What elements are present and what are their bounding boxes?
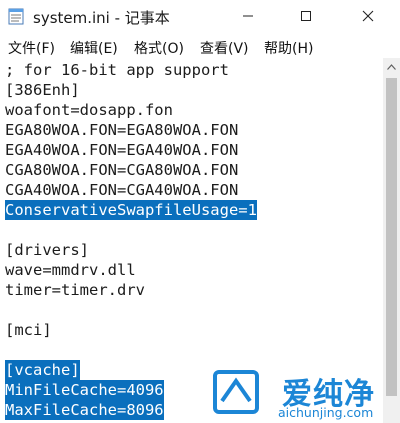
notepad-icon bbox=[8, 7, 24, 25]
close-button[interactable] bbox=[346, 0, 390, 32]
menu-bar: 文件(F) 编辑(E) 格式(O) 查看(V) 帮助(H) bbox=[0, 36, 400, 58]
text-line: woafont=dosapp.fon bbox=[5, 101, 173, 119]
maximize-button[interactable] bbox=[284, 0, 328, 32]
menu-view[interactable]: 查看(V) bbox=[200, 38, 249, 58]
arrow-up-icon bbox=[387, 63, 396, 70]
close-icon bbox=[362, 10, 374, 22]
menu-help[interactable]: 帮助(H) bbox=[264, 38, 313, 58]
menu-file[interactable]: 文件(F) bbox=[8, 38, 55, 58]
notepad-window: system.ini - 记事本 文件(F) 编辑(E) 格式(O) 查看(V)… bbox=[0, 0, 400, 423]
text-line: wave=mmdrv.dll bbox=[5, 261, 136, 279]
window-title: system.ini - 记事本 bbox=[33, 9, 170, 27]
text-line: [386Enh] bbox=[5, 81, 80, 99]
text-line-selected: MinFileCache=4096 bbox=[5, 380, 164, 400]
scroll-thumb[interactable] bbox=[386, 78, 397, 396]
watermark: 爱纯净 aichunjing.com bbox=[212, 367, 400, 423]
text-line-selected: ConservativeSwapfileUsage=1 bbox=[5, 200, 257, 220]
text-line-selected: [vcache] bbox=[5, 360, 80, 380]
minimize-icon bbox=[243, 15, 253, 17]
minimize-button[interactable] bbox=[226, 0, 270, 32]
watermark-logo-icon bbox=[213, 370, 259, 414]
title-bar[interactable]: system.ini - 记事本 bbox=[0, 0, 400, 32]
menu-edit[interactable]: 编辑(E) bbox=[70, 38, 118, 58]
text-line: EGA40WOA.FON=EGA40WOA.FON bbox=[5, 141, 239, 159]
maximize-icon bbox=[301, 11, 311, 21]
text-line: CGA40WOA.FON=CGA40WOA.FON bbox=[5, 181, 239, 199]
text-line: timer=timer.drv bbox=[5, 281, 145, 299]
text-line: [drivers] bbox=[5, 241, 89, 259]
text-line: [mci] bbox=[5, 321, 52, 339]
watermark-url: aichunjing.com bbox=[278, 405, 374, 420]
text-line: CGA80WOA.FON=CGA80WOA.FON bbox=[5, 161, 239, 179]
menu-format[interactable]: 格式(O) bbox=[134, 38, 184, 58]
text-line: ; for 16-bit app support bbox=[5, 61, 229, 79]
text-line-selected: MaxFileCache=8096 bbox=[5, 400, 164, 420]
scroll-up-button[interactable] bbox=[383, 58, 400, 75]
text-line: EGA80WOA.FON=EGA80WOA.FON bbox=[5, 121, 239, 139]
